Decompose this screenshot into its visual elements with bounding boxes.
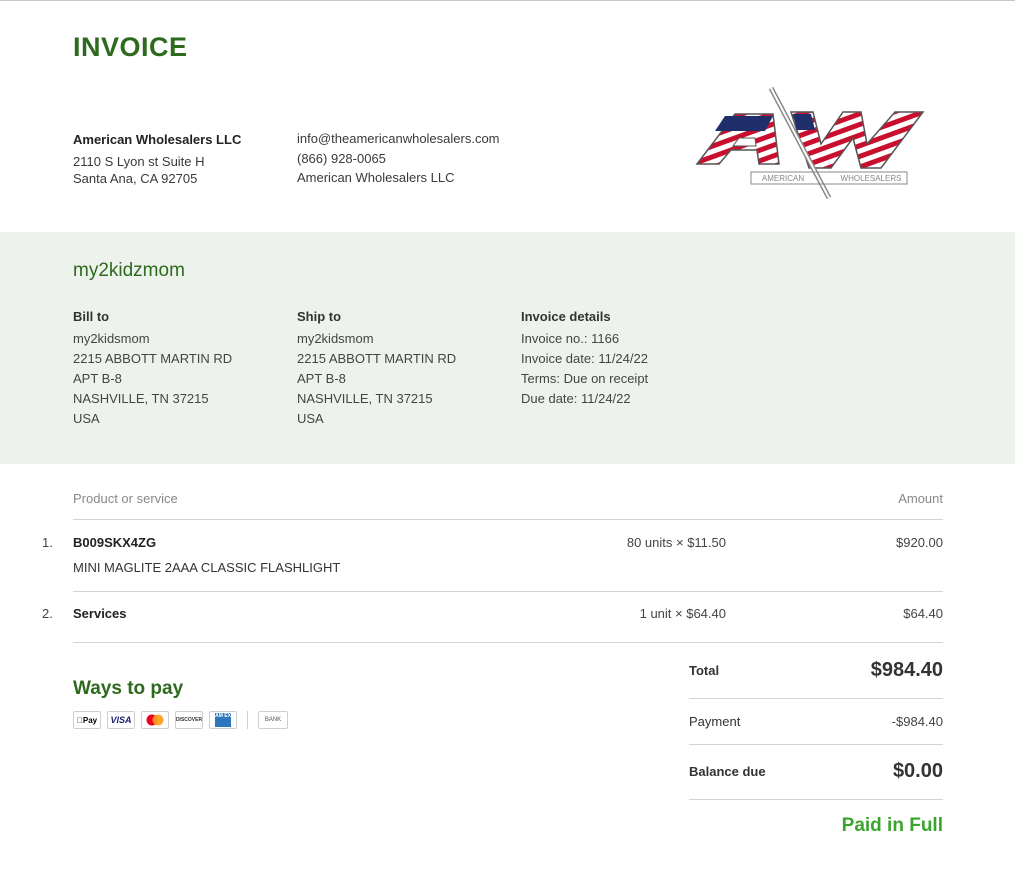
- total-value: $984.40: [870, 659, 943, 681]
- ship-to-line: USA: [297, 411, 324, 426]
- company-address-line1: 2110 S Lyon st Suite H: [73, 154, 205, 169]
- mastercard-icon: [141, 711, 169, 729]
- svg-text:WHOLESALERS: WHOLESALERS: [841, 174, 902, 183]
- table-divider: [73, 591, 943, 592]
- total-label: Total: [689, 663, 720, 678]
- top-border: [0, 0, 1015, 1]
- col-header-product: Product or service: [73, 491, 178, 506]
- payment-methods: Pay VISA DISCOVER AM EX BANK: [73, 711, 288, 729]
- ship-to-line: APT B-8: [297, 371, 346, 386]
- bill-to-line: APT B-8: [73, 371, 122, 386]
- payment-separator: [247, 711, 248, 729]
- bill-to-line: my2kidsmom: [73, 331, 150, 346]
- bill-to-line: 2215 ABBOTT MARTIN RD: [73, 351, 233, 366]
- ship-to-line: 2215 ABBOTT MARTIN RD: [297, 351, 457, 366]
- row-description: MINI MAGLITE 2AAA CLASSIC FLASHLIGHT: [73, 560, 341, 575]
- company-logo: AMERICAN WHOLESALERS: [695, 86, 925, 200]
- discover-icon: DISCOVER: [175, 711, 203, 729]
- company-legal-name: American Wholesalers LLC: [297, 170, 455, 185]
- totals-divider: [689, 799, 943, 800]
- table-divider: [73, 642, 943, 643]
- col-header-amount: Amount: [898, 491, 943, 506]
- amex-icon: AM EX: [209, 711, 237, 729]
- table-divider: [73, 519, 943, 520]
- company-name: American Wholesalers LLC: [73, 132, 242, 147]
- svg-text:AMERICAN: AMERICAN: [762, 174, 804, 183]
- payment-label: Payment: [689, 714, 741, 729]
- ship-to-line: NASHVILLE, TN 37215: [297, 391, 433, 406]
- invoice-due-date: Due date: 11/24/22: [521, 391, 631, 406]
- visa-icon: VISA: [107, 711, 135, 729]
- paid-status: Paid in Full: [841, 815, 943, 836]
- row-qty: 80 units × $11.50: [626, 535, 726, 550]
- row-sku: B009SKX4ZG: [73, 535, 157, 550]
- company-phone: (866) 928-0065: [297, 151, 386, 166]
- bank-icon: BANK: [258, 711, 288, 729]
- invoice-number: Invoice no.: 1166: [521, 331, 620, 346]
- row-sku: Services: [73, 606, 127, 621]
- invoice-details-heading: Invoice details: [521, 309, 611, 324]
- bill-to-line: USA: [73, 411, 100, 426]
- invoice-terms: Terms: Due on receipt: [521, 371, 649, 386]
- company-email: info@theamericanwholesalers.com: [297, 131, 500, 146]
- row-amount: $920.00: [896, 535, 943, 550]
- ship-to-heading: Ship to: [297, 309, 342, 324]
- invoice-date: Invoice date: 11/24/22: [521, 351, 648, 366]
- company-address-line2: Santa Ana, CA 92705: [73, 171, 198, 186]
- customer-name: my2kidzmom: [73, 260, 185, 281]
- row-index: 2.: [42, 606, 53, 621]
- row-qty: 1 unit × $64.40: [639, 606, 726, 621]
- payment-value: -$984.40: [891, 714, 943, 729]
- page-title: INVOICE: [73, 32, 188, 62]
- ways-to-pay-heading: Ways to pay: [73, 678, 184, 699]
- bill-to-heading: Bill to: [73, 309, 110, 324]
- row-index: 1.: [42, 535, 53, 550]
- balance-due-value: $0.00: [892, 760, 943, 782]
- totals-divider: [689, 744, 943, 745]
- ship-to-line: my2kidsmom: [297, 331, 374, 346]
- apple-pay-icon: Pay: [73, 711, 101, 729]
- totals-divider: [689, 698, 943, 699]
- bill-to-line: NASHVILLE, TN 37215: [73, 391, 209, 406]
- row-amount: $64.40: [903, 606, 943, 621]
